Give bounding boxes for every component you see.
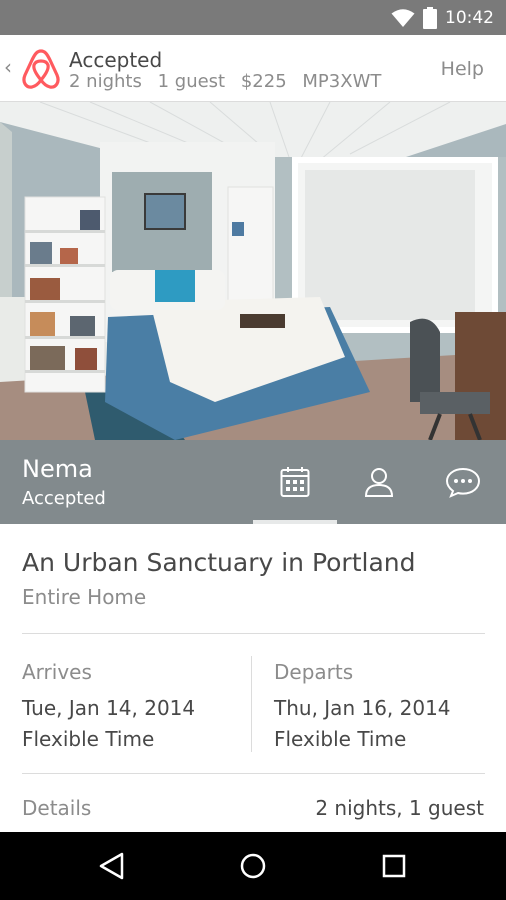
help-button[interactable]: Help: [441, 58, 484, 80]
divider: [22, 773, 485, 774]
details-value: 2 nights, 1 guest: [315, 796, 484, 820]
back-chevron-icon[interactable]: ‹: [4, 57, 12, 77]
arrives-date: Tue, Jan 14, 2014: [22, 696, 196, 720]
column-divider: [251, 656, 252, 752]
price: $225: [240, 71, 287, 92]
status-icons: 10:42: [391, 0, 494, 35]
nav-recent-apps-button[interactable]: [374, 846, 414, 886]
status-time: 10:42: [445, 7, 494, 28]
battery-icon: [423, 6, 437, 29]
nav-back-button[interactable]: [92, 846, 132, 886]
system-nav-bar: [0, 832, 506, 900]
listing-title[interactable]: An Urban Sanctuary in Portland: [22, 548, 416, 577]
divider: [22, 633, 485, 634]
tab-host-profile[interactable]: [337, 440, 421, 524]
recent-apps-icon: [382, 854, 406, 878]
active-tab-indicator: [253, 520, 337, 524]
departs-time: Flexible Time: [274, 727, 407, 751]
host-bar: Nema Accepted: [0, 440, 506, 524]
arrives-label: Arrives: [22, 660, 92, 684]
wifi-icon: [391, 8, 415, 27]
details-label: Details: [22, 796, 92, 820]
listing-photo[interactable]: [0, 102, 506, 440]
user-icon: [364, 468, 394, 497]
arrives-time: Flexible Time: [22, 727, 155, 751]
nights-count: 2 nights: [69, 71, 142, 92]
departs-date: Thu, Jan 16, 2014: [274, 696, 451, 720]
confirmation-code: MP3XWT: [302, 71, 382, 92]
tab-messages[interactable]: [421, 440, 505, 524]
home-icon: [240, 853, 266, 879]
host-status: Accepted: [22, 488, 106, 509]
reservation-status-title: Accepted: [69, 48, 163, 72]
reservation-summary: 2 nights 1 guest $225 MP3XWT: [69, 71, 391, 92]
message-icon: [445, 467, 481, 498]
tab-itinerary[interactable]: [253, 440, 337, 524]
status-bar: 10:42: [0, 0, 506, 35]
calendar-icon: [280, 467, 310, 497]
reservation-header: ‹ Accepted 2 nights 1 guest $225 MP3XWT …: [0, 35, 506, 102]
listing-type: Entire Home: [22, 585, 147, 609]
nav-home-button[interactable]: [233, 846, 273, 886]
back-icon: [99, 852, 124, 880]
guest-count: 1 guest: [157, 71, 226, 92]
departs-label: Departs: [274, 660, 354, 684]
host-name: Nema: [22, 455, 93, 483]
airbnb-logo[interactable]: [17, 45, 65, 93]
